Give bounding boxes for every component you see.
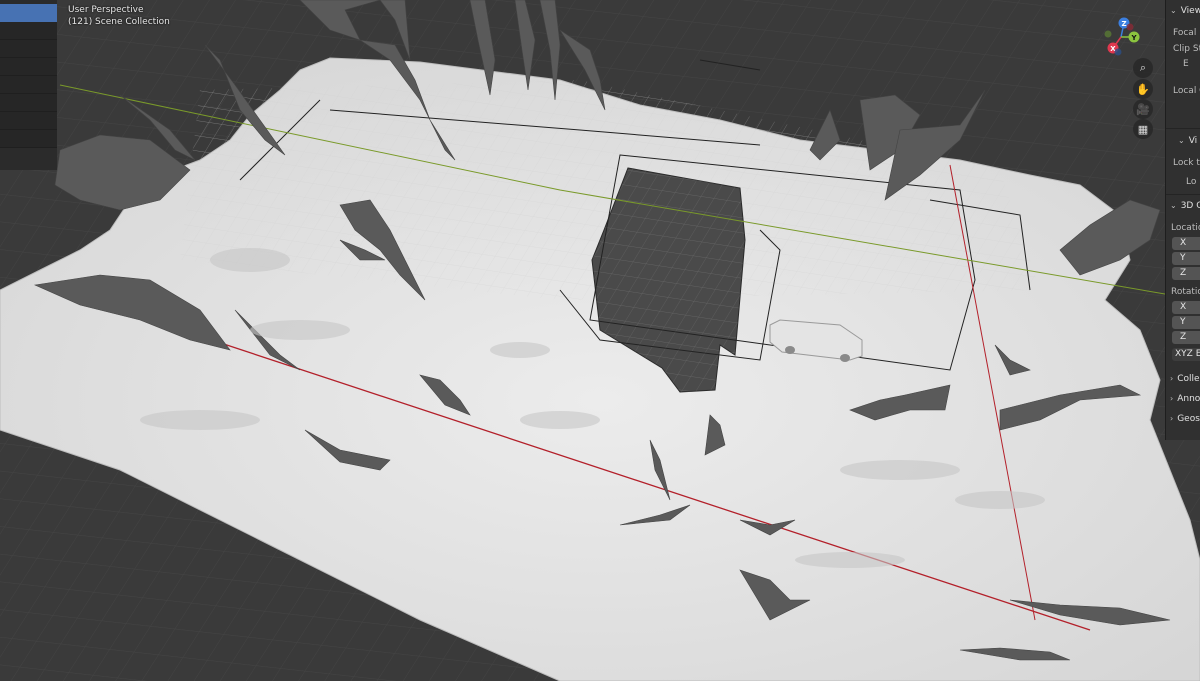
chevron-down-icon: ⌄ — [1170, 201, 1177, 210]
outliner-row[interactable] — [0, 130, 57, 148]
gizmo-z-label: Z — [1121, 20, 1126, 28]
outliner-panel[interactable] — [0, 0, 57, 170]
outliner-row[interactable] — [0, 94, 57, 112]
zoom-button[interactable]: ⌕ — [1133, 58, 1153, 78]
chevron-right-icon: › — [1170, 374, 1174, 383]
local-camera-label: Local C — [1173, 86, 1200, 96]
3d-cursor-label: 3D C — [1180, 201, 1200, 211]
lock-object-label: Lo — [1186, 177, 1197, 187]
clip-start-label: Clip St — [1173, 44, 1200, 54]
view-name-label: User Perspective — [68, 5, 144, 15]
view-lock-section-header[interactable]: ⌄ Vi — [1178, 136, 1197, 146]
geo-section-header[interactable]: › Geos — [1170, 414, 1200, 424]
collections-section-header[interactable]: › Colle — [1170, 374, 1200, 384]
camera-icon: 🎥 — [1136, 102, 1150, 116]
annotations-section-header[interactable]: › Anno — [1170, 394, 1200, 404]
rotation-x-field[interactable]: X — [1172, 301, 1200, 314]
lock-to-label: Lock to — [1173, 158, 1200, 168]
collections-label: Colle — [1177, 374, 1200, 384]
camera-view-button[interactable]: 🎥 — [1133, 99, 1153, 119]
3d-viewport[interactable] — [0, 0, 1200, 681]
hand-icon: ✋ — [1136, 82, 1150, 96]
location-y-field[interactable]: Y — [1172, 252, 1200, 265]
gizmo-neg-y[interactable] — [1104, 30, 1112, 38]
gizmo-y-label: Y — [1130, 34, 1137, 42]
ortho-toggle-button[interactable]: ▦ — [1133, 119, 1153, 139]
divider — [1166, 128, 1200, 129]
rotation-label: Rotation — [1171, 287, 1200, 297]
view-section-label: View — [1180, 6, 1200, 16]
outliner-row[interactable] — [0, 40, 57, 58]
outliner-row[interactable] — [0, 22, 57, 40]
gizmo-neg-z[interactable] — [1114, 48, 1122, 56]
rotation-mode-dropdown[interactable]: XYZ E — [1172, 348, 1200, 361]
view-lock-label: Vi — [1188, 136, 1198, 146]
location-z-field[interactable]: Z — [1172, 267, 1200, 280]
location-x-field[interactable]: X — [1172, 237, 1200, 250]
chevron-down-icon: ⌄ — [1178, 136, 1185, 145]
n-panel-sidebar[interactable]: ⌄View Focal L Clip St E Local C ⌄Vi Lock… — [1165, 0, 1200, 440]
chevron-right-icon: › — [1170, 414, 1174, 423]
view-section-header[interactable]: ⌄ View — [1170, 6, 1200, 16]
blender-app: User Perspective (121) Scene Collection … — [0, 0, 1200, 681]
annotations-label: Anno — [1177, 394, 1200, 404]
rotation-y-field[interactable]: Y — [1172, 316, 1200, 329]
outliner-row[interactable] — [0, 58, 57, 76]
chevron-right-icon: › — [1170, 394, 1174, 403]
location-label: Location — [1171, 223, 1200, 233]
grid-icon: ▦ — [1137, 122, 1149, 136]
chevron-down-icon: ⌄ — [1170, 6, 1177, 15]
rotation-z-field[interactable]: Z — [1172, 331, 1200, 344]
pan-button[interactable]: ✋ — [1133, 79, 1153, 99]
clip-end-label: E — [1183, 59, 1189, 69]
collection-label: (121) Scene Collection — [68, 17, 170, 27]
divider — [1166, 194, 1200, 195]
outliner-active-row[interactable] — [0, 4, 57, 22]
zoom-icon: ⌕ — [1139, 61, 1147, 74]
focal-length-label: Focal L — [1173, 28, 1200, 38]
geo-label: Geos — [1177, 414, 1200, 424]
gizmo-neg-x[interactable] — [1126, 23, 1134, 31]
outliner-row[interactable] — [0, 76, 57, 94]
3d-cursor-section-header[interactable]: ⌄3D C — [1170, 201, 1200, 211]
outliner-row[interactable] — [0, 112, 57, 130]
navigation-gizmo[interactable]: Z Y X — [1096, 12, 1146, 62]
